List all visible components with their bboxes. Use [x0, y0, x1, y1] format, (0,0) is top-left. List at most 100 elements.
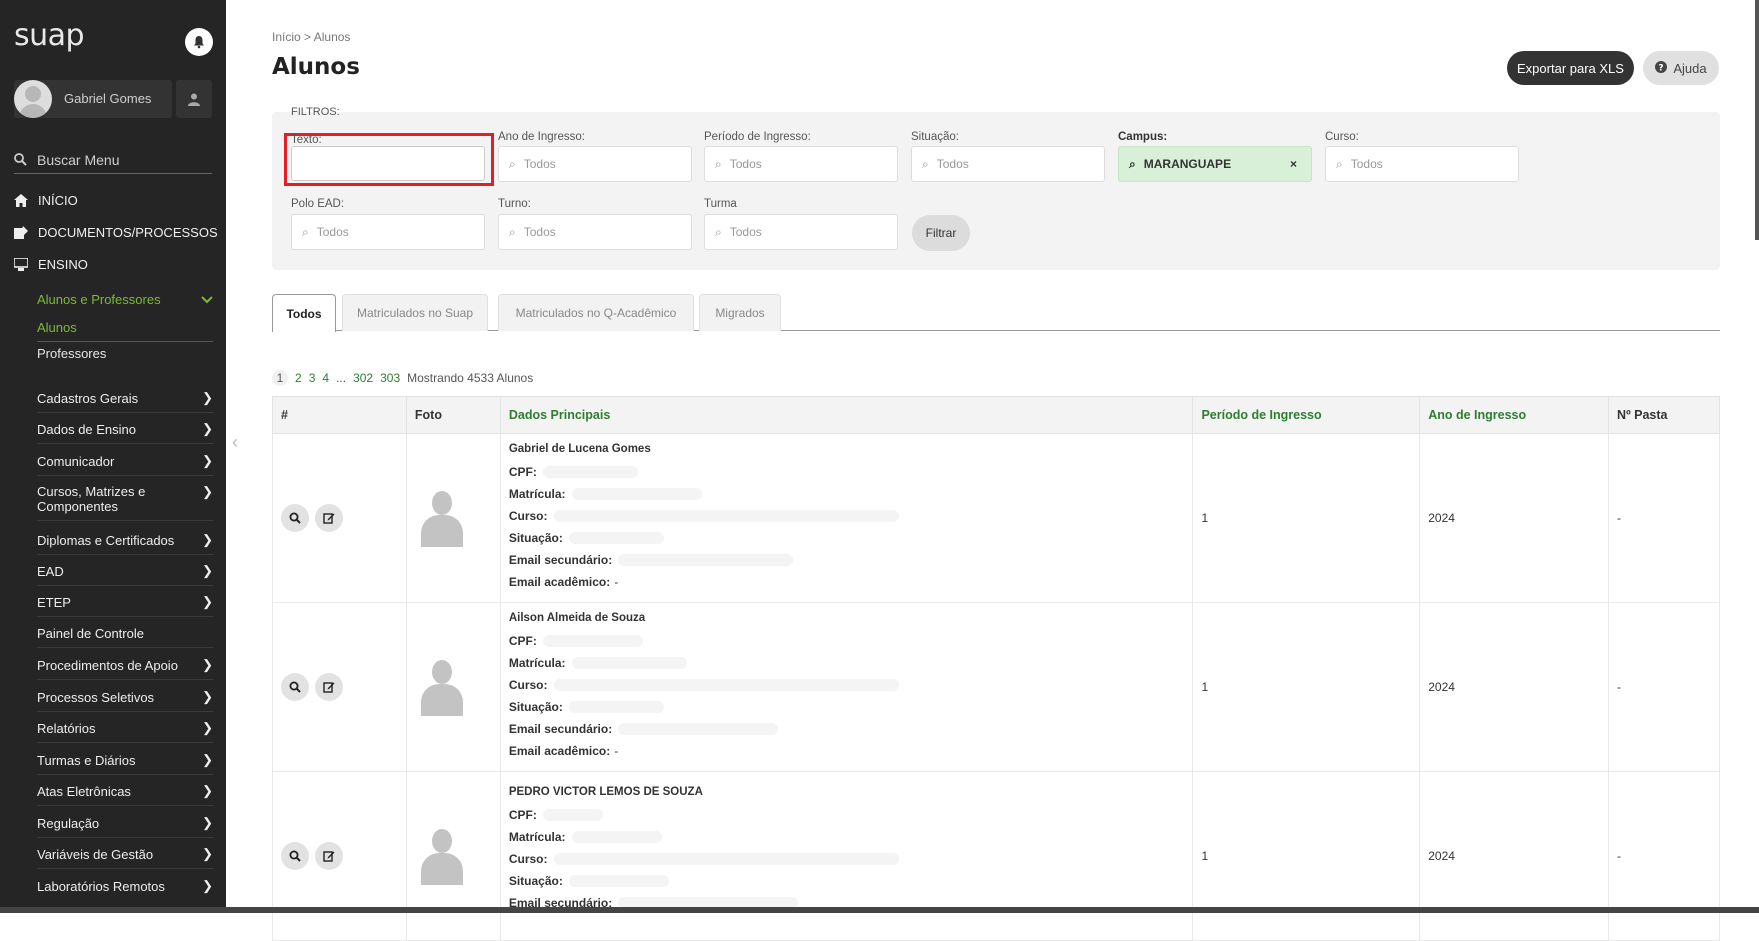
- campus-select[interactable]: ⌕ MARANGUAPE ×: [1118, 146, 1312, 182]
- scrollbar[interactable]: [1755, 0, 1759, 240]
- view-button[interactable]: [281, 842, 309, 870]
- row-periodo: 1: [1192, 602, 1421, 772]
- bottom-scrollbar[interactable]: [0, 907, 1759, 913]
- sidebar-item-atas-eletronicas[interactable]: Atas Eletrônicas ❯: [37, 783, 213, 806]
- text-filter-input[interactable]: [291, 146, 485, 181]
- breadcrumb: Início > Alunos: [272, 30, 350, 44]
- filter-button[interactable]: Filtrar: [912, 215, 970, 251]
- page-link[interactable]: 3: [309, 371, 316, 385]
- tab-migrados[interactable]: Migrados: [699, 294, 781, 331]
- matricula-line: Matrícula:: [509, 826, 1193, 848]
- page-link[interactable]: 4: [322, 371, 329, 385]
- ano-label: Ano de Ingresso:: [498, 131, 585, 143]
- edit-icon: [323, 851, 335, 862]
- page-link[interactable]: 303: [380, 371, 400, 385]
- curso-line: Curso:: [509, 848, 1193, 870]
- submenu-alunos-professores[interactable]: Alunos e Professores: [37, 289, 213, 309]
- sidebar-item-relatorios[interactable]: Relatórios ❯: [37, 720, 213, 743]
- polo-label: Polo EAD:: [291, 198, 345, 210]
- menu-item-label: Cadastros Gerais: [37, 390, 139, 406]
- edit-button[interactable]: [315, 842, 343, 870]
- email-acad-value: -: [614, 575, 619, 589]
- sidebar-item-laboratorios[interactable]: Laboratórios Remotos ❯: [37, 878, 213, 900]
- row-dados: Gabriel de Lucena Gomes CPF: Matrícula: …: [499, 433, 1194, 603]
- col-dados-principais[interactable]: Dados Principais: [499, 396, 1194, 434]
- page-link[interactable]: 302: [353, 371, 373, 385]
- sidebar-item-painel-de-controle[interactable]: Painel de Controle: [37, 626, 213, 648]
- sidebar-item-professores[interactable]: Professores: [37, 346, 213, 361]
- sidebar-item-regulacao[interactable]: Regulação ❯: [37, 815, 213, 838]
- sidebar-item-turmas-diarios[interactable]: Turmas e Diários ❯: [37, 752, 213, 775]
- sidebar-item-procedimentos[interactable]: Procedimentos de Apoio ❯: [37, 657, 213, 680]
- col-pasta: Nº Pasta: [1608, 396, 1720, 434]
- sidebar-item-cadastros-gerais[interactable]: Cadastros Gerais ❯: [37, 390, 213, 413]
- sidebar-item-cursos-matrizes[interactable]: Cursos, Matrizes e Componentes ❯: [37, 484, 213, 521]
- nav-documentos-label: DOCUMENTOS/PROCESSOS: [38, 224, 218, 240]
- menu-search[interactable]: Buscar Menu: [14, 146, 212, 174]
- help-button[interactable]: ? Ajuda: [1643, 51, 1719, 85]
- search-icon: ⌕: [509, 224, 516, 239]
- search-icon: ⌕: [509, 156, 516, 171]
- col-ano-ingresso[interactable]: Ano de Ingresso: [1419, 396, 1610, 434]
- export-xls-button[interactable]: Exportar para XLS: [1507, 51, 1634, 85]
- sidebar-item-comunicador[interactable]: Comunicador ❯: [37, 453, 213, 476]
- sidebar-item-alunos[interactable]: Alunos: [37, 320, 213, 342]
- edit-icon: [323, 513, 335, 524]
- ano-select[interactable]: ⌕ Todos: [498, 146, 692, 182]
- turma-select[interactable]: ⌕ Todos: [704, 214, 898, 250]
- periodo-select[interactable]: ⌕ Todos: [704, 146, 898, 182]
- view-button[interactable]: [281, 673, 309, 701]
- bell-icon[interactable]: [185, 28, 213, 56]
- sidebar-item-diplomas[interactable]: Diplomas e Certificados ❯: [37, 532, 213, 555]
- edit-button[interactable]: [315, 504, 343, 532]
- situacao-line: Situação:: [509, 527, 1193, 549]
- breadcrumb-current: Alunos: [313, 30, 351, 44]
- nav-inicio[interactable]: INÍCIO: [14, 190, 78, 210]
- turno-select[interactable]: ⌕ Todos: [498, 214, 692, 250]
- page-link[interactable]: 2: [295, 371, 302, 385]
- collapse-sidebar-icon[interactable]: ‹: [232, 432, 238, 453]
- page-title: Alunos: [272, 54, 360, 80]
- email-acad-line: Email acadêmico: -: [509, 571, 1193, 593]
- sidebar-item-dados-de-ensino[interactable]: Dados de Ensino ❯: [37, 421, 213, 444]
- nav-documentos[interactable]: DOCUMENTOS/PROCESSOS: [14, 222, 218, 242]
- texto-label: Texto:: [291, 134, 322, 146]
- teaching-icon: [14, 257, 28, 271]
- sidebar-item-etep[interactable]: ETEP ❯: [37, 594, 213, 617]
- situacao-select[interactable]: ⌕ Todos: [911, 146, 1105, 182]
- edit-button[interactable]: [315, 673, 343, 701]
- menu-item-label: Laboratórios Remotos: [37, 878, 165, 894]
- search-icon: ⌕: [715, 224, 722, 239]
- breadcrumb-home[interactable]: Início: [272, 30, 301, 44]
- student-name[interactable]: Ailson Almeida de Souza: [509, 612, 1193, 624]
- sidebar-item-processos-seletivos[interactable]: Processos Seletivos ❯: [37, 689, 213, 712]
- row-ano: 2024: [1419, 771, 1610, 941]
- user-menu-button[interactable]: [176, 80, 212, 118]
- row-photo: [405, 771, 501, 941]
- search-icon: ⌕: [1336, 156, 1343, 171]
- student-name[interactable]: PEDRO VICTOR LEMOS DE SOUZA: [509, 786, 1193, 798]
- situacao-line: Situação:: [509, 696, 1193, 718]
- sidebar-item-variaveis-gestao[interactable]: Variáveis de Gestão ❯: [37, 846, 213, 869]
- polo-select[interactable]: ⌕ Todos: [291, 214, 485, 250]
- tab-todos[interactable]: Todos: [272, 294, 336, 332]
- row-actions: [272, 433, 407, 603]
- app-logo[interactable]: suap: [14, 18, 85, 53]
- periodo-label: Período de Ingresso:: [704, 131, 811, 143]
- clear-icon[interactable]: ×: [1290, 157, 1297, 171]
- matricula-label: Matrícula:: [508, 830, 566, 844]
- curso-value: Todos: [1350, 157, 1383, 171]
- student-name[interactable]: Gabriel de Lucena Gomes: [509, 443, 1193, 455]
- user-profile[interactable]: Gabriel Gomes: [14, 80, 172, 118]
- col-number: #: [272, 396, 407, 434]
- curso-select[interactable]: ⌕ Todos: [1325, 146, 1519, 182]
- nav-ensino[interactable]: ENSINO: [14, 254, 88, 274]
- user-name: Gabriel Gomes: [64, 91, 152, 106]
- tab-matriculados-qacademico[interactable]: Matriculados no Q-Acadêmico: [498, 294, 694, 331]
- tab-matriculados-suap[interactable]: Matriculados no Suap: [342, 294, 488, 331]
- view-button[interactable]: [281, 504, 309, 532]
- search-icon: [289, 850, 301, 862]
- email-sec-line: Email secundário:: [509, 549, 1193, 571]
- sidebar-item-ead[interactable]: EAD ❯: [37, 563, 213, 586]
- col-periodo-ingresso[interactable]: Período de Ingresso: [1192, 396, 1421, 434]
